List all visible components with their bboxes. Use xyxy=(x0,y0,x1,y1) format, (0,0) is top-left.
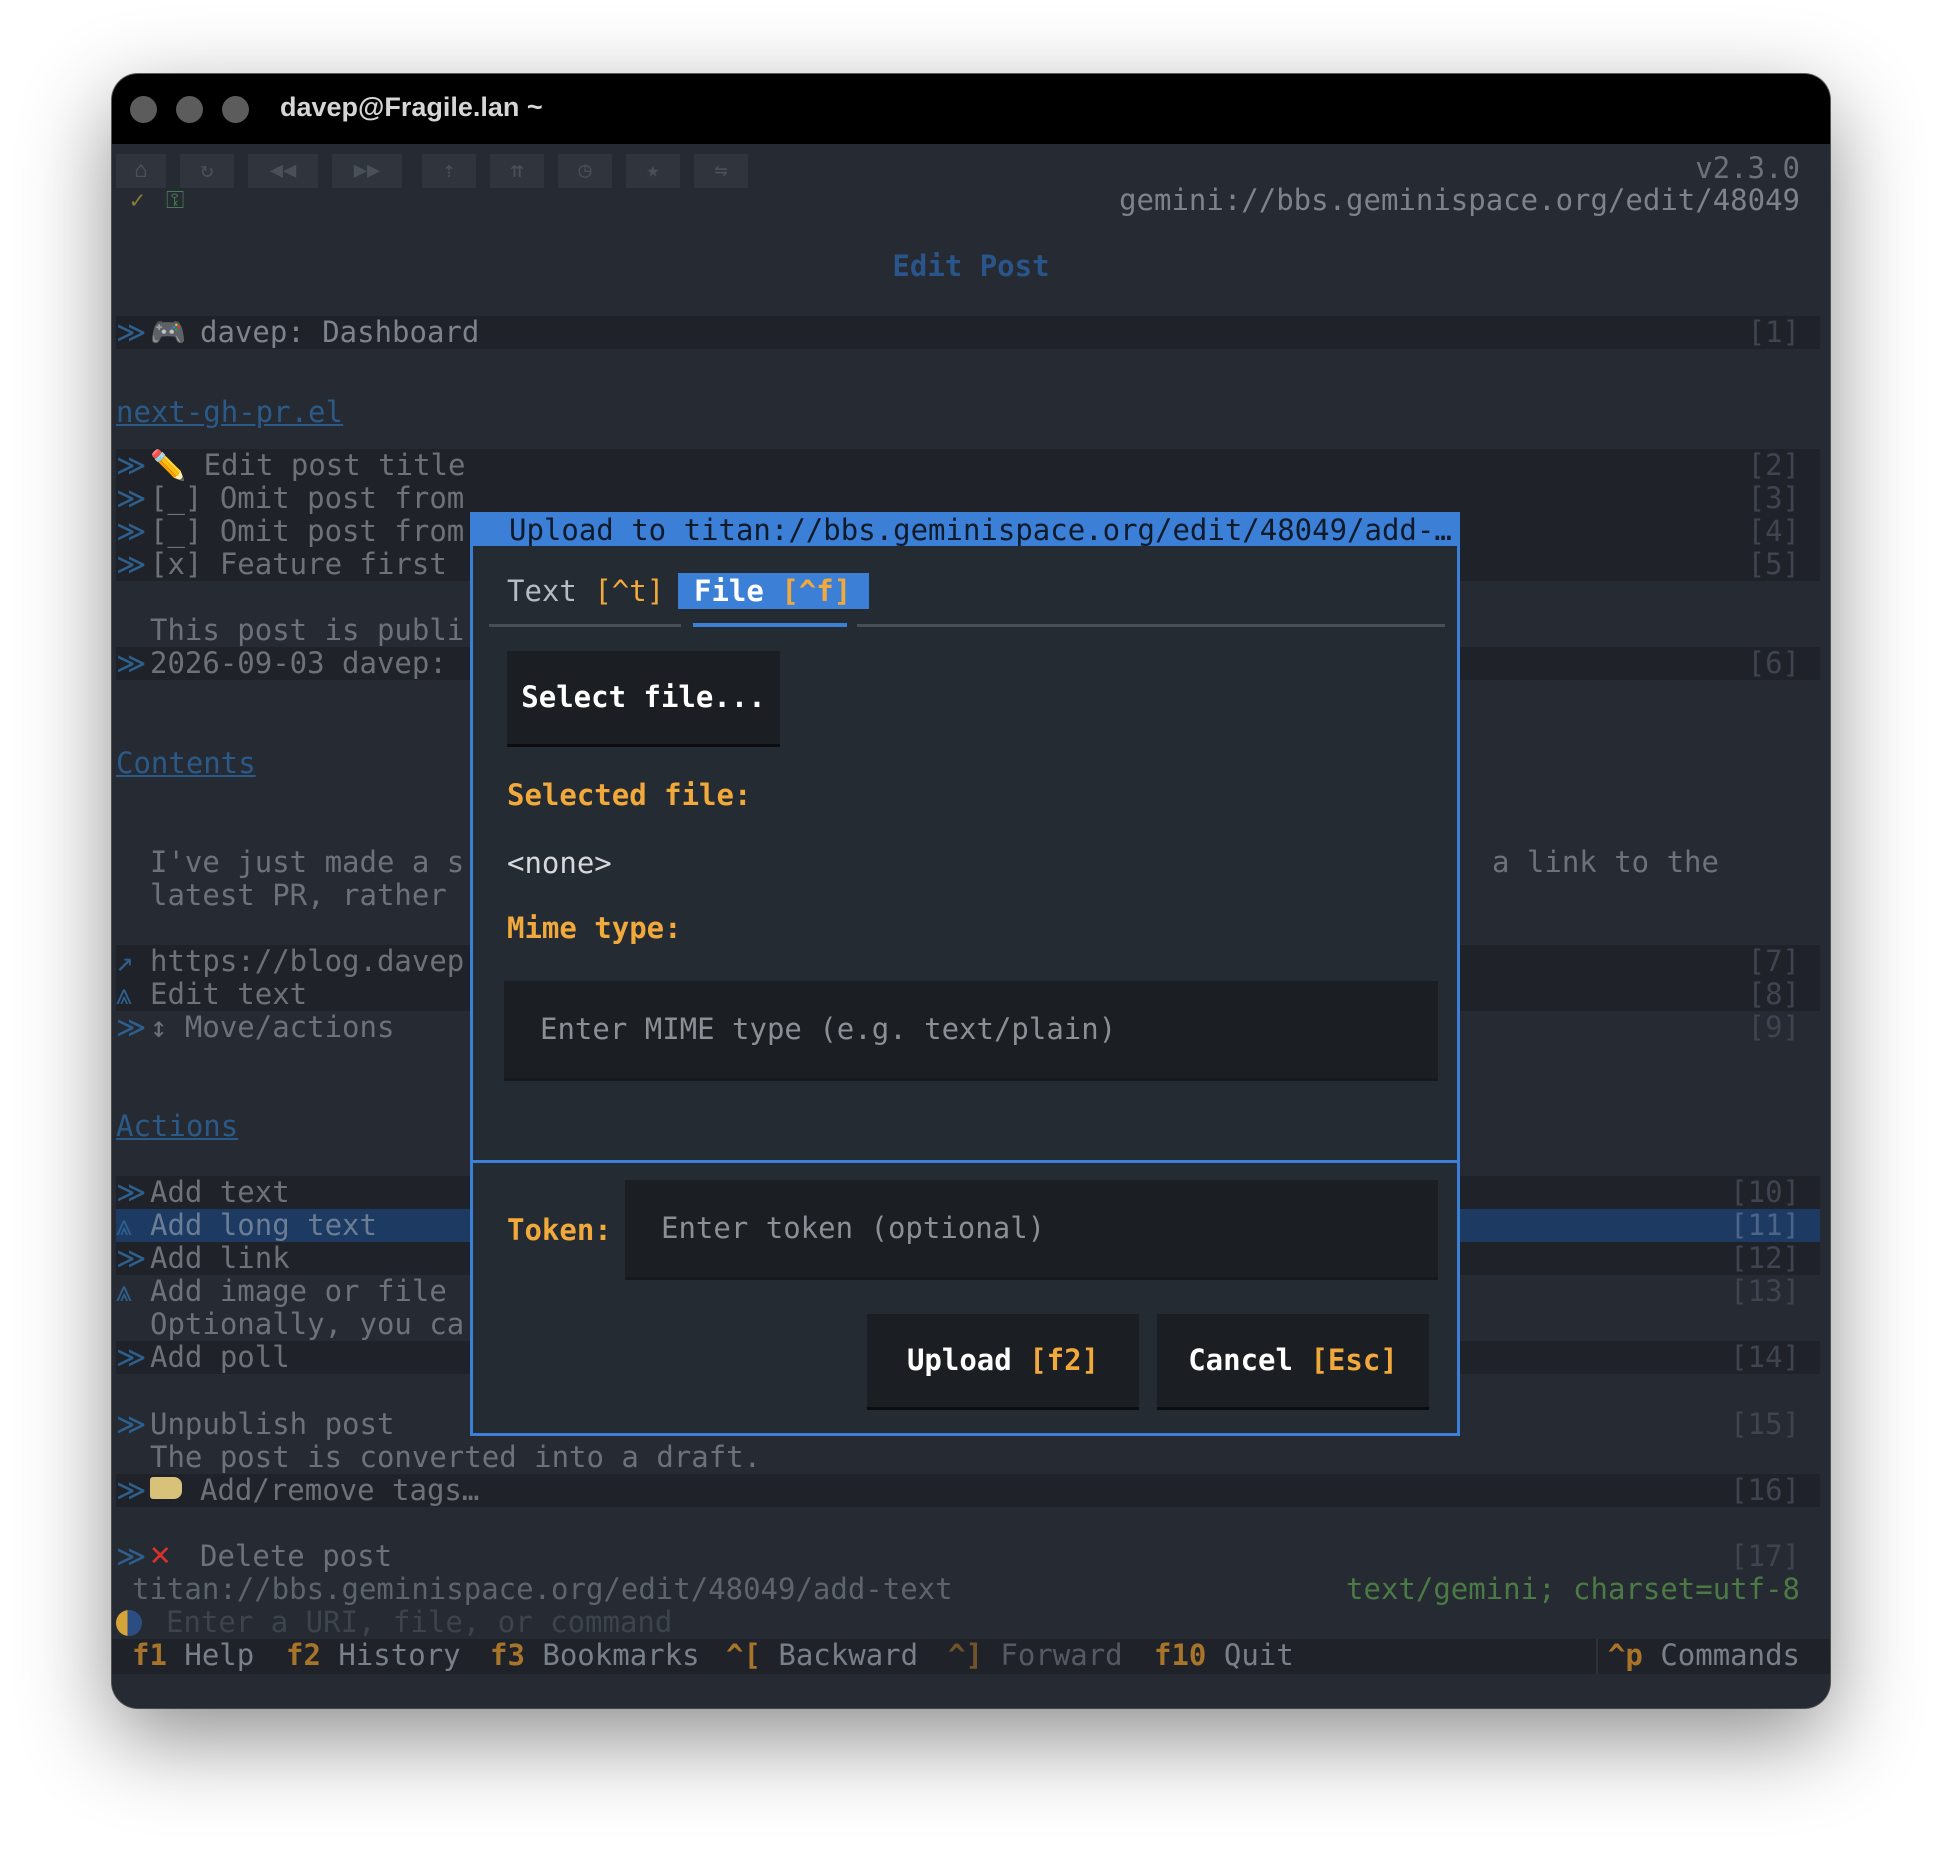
selected-file-label: Selected file: xyxy=(507,778,752,812)
optional-note: Optionally, you ca xyxy=(150,1307,465,1341)
body-text-2: latest PR, rather xyxy=(150,878,447,912)
link-number: [6] xyxy=(1747,646,1800,680)
link-arrow-icon: ≫ xyxy=(116,1241,147,1275)
moon-icon xyxy=(116,1610,142,1636)
link-number: [10] xyxy=(1730,1175,1800,1209)
omit-post-link-2[interactable]: [_] Omit post from xyxy=(150,515,464,548)
dialog-title: Upload to titan://bbs.geminispace.org/ed… xyxy=(473,515,1457,546)
window-title: davep@Fragile.lan ~ xyxy=(280,92,543,122)
footer-history[interactable]: f2 History xyxy=(286,1639,461,1672)
check-icon: ✓ xyxy=(130,186,145,214)
body-text-1: I've just made a s xyxy=(150,845,465,879)
history-icon[interactable]: ◷ xyxy=(558,154,612,188)
selected-file-value: <none> xyxy=(507,846,612,880)
omit-post-link[interactable]: [_] Omit post from xyxy=(150,482,464,515)
add-link-link[interactable]: Add link xyxy=(150,1242,290,1275)
select-file-button[interactable]: Select file... xyxy=(507,651,780,747)
cancel-button[interactable]: Cancel [Esc] xyxy=(1157,1314,1429,1410)
page-title: Edit Post xyxy=(892,249,1050,283)
link-number: [5] xyxy=(1747,547,1800,581)
edit-text-link[interactable]: Edit text xyxy=(150,978,307,1011)
delete-post-link[interactable]: Delete post xyxy=(200,1540,392,1573)
tags-link[interactable]: Add/remove tags… xyxy=(200,1474,479,1507)
upload-button[interactable]: Upload [f2] xyxy=(867,1314,1139,1410)
mime-type-label: Mime type: xyxy=(507,911,682,945)
status-url: titan://bbs.geminispace.org/edit/48049/a… xyxy=(132,1572,953,1606)
tab-file[interactable]: File [^f] xyxy=(678,573,870,609)
command-input[interactable]: Enter a URI, file, or command xyxy=(166,1606,672,1639)
tab-text[interactable]: Text [^t] xyxy=(507,573,664,609)
link-number: [12] xyxy=(1730,1241,1800,1275)
title-bar: davep@Fragile.lan ~ xyxy=(112,74,1830,144)
root-icon[interactable]: ⇈ xyxy=(490,154,544,188)
link-number: [15] xyxy=(1730,1407,1800,1441)
back-icon[interactable]: ◀◀ xyxy=(248,154,318,188)
home-icon[interactable]: ⌂ xyxy=(116,154,166,188)
terminal-window: davep@Fragile.lan ~ ⌂ ↻ ◀◀ ▶▶ ⇡ ⇈ ◷ ★ ⇋ … xyxy=(112,74,1830,1708)
link-number: [4] xyxy=(1747,514,1800,548)
footer-commands[interactable]: ^p Commands xyxy=(1608,1639,1800,1672)
link-number: [14] xyxy=(1730,1340,1800,1374)
dashboard-link[interactable]: davep: Dashboard xyxy=(200,316,479,349)
body-text-1-right: a link to the xyxy=(1492,845,1719,879)
section-heading-link[interactable]: next-gh-pr.el xyxy=(116,396,343,429)
link-number: [8] xyxy=(1747,977,1800,1011)
footer-help[interactable]: f1 Help xyxy=(132,1639,254,1672)
token-label: Token: xyxy=(507,1213,612,1247)
external-link-icon: ↗ xyxy=(116,944,134,978)
add-image-link[interactable]: Add image or file xyxy=(150,1275,447,1308)
upload-link-icon: ⩓ xyxy=(116,1208,133,1242)
gamepad-icon: 🎮 xyxy=(150,315,187,349)
link-number: [11] xyxy=(1730,1208,1800,1242)
upload-link-icon: ⩓ xyxy=(116,1274,133,1308)
date-link[interactable]: 2026-09-03 davep: xyxy=(150,647,447,680)
link-number: [16] xyxy=(1730,1473,1800,1507)
browser-app: ⌂ ↻ ◀◀ ▶▶ ⇡ ⇈ ◷ ★ ⇋ v2.3.0 ✓ ⚿ gemini://… xyxy=(112,144,1830,1708)
current-url: gemini://bbs.geminispace.org/edit/48049 xyxy=(1119,183,1800,217)
feature-first-link[interactable]: [x] Feature first xyxy=(150,548,447,581)
link-number: [13] xyxy=(1730,1274,1800,1308)
add-text-link[interactable]: Add text xyxy=(150,1176,290,1209)
add-poll-link[interactable]: Add poll xyxy=(150,1341,290,1374)
blog-link[interactable]: https://blog.davep xyxy=(150,945,464,978)
move-actions-link[interactable]: ↕ Move/actions xyxy=(150,1011,394,1044)
contents-heading-link[interactable]: Contents xyxy=(116,747,256,780)
delete-x-icon: ✕ xyxy=(150,1534,171,1574)
forward-icon[interactable]: ▶▶ xyxy=(332,154,402,188)
unpublish-note: The post is converted into a draft. xyxy=(150,1440,762,1474)
link-arrow-icon: ≫ xyxy=(116,1175,147,1209)
status-mime: text/gemini; charset=utf-8 xyxy=(1346,1572,1800,1606)
lock-icon: ⚿ xyxy=(166,186,185,214)
link-number: [2] xyxy=(1747,448,1800,482)
up-icon[interactable]: ⇡ xyxy=(422,154,476,188)
link-number: [9] xyxy=(1747,1010,1800,1044)
link-arrow-icon: ≫ xyxy=(116,315,147,349)
zoom-window-button[interactable] xyxy=(222,96,249,123)
link-number: [17] xyxy=(1730,1539,1800,1573)
footer-quit[interactable]: f10 Quit xyxy=(1154,1639,1294,1672)
publish-note: This post is publi xyxy=(150,613,465,647)
link-number: [1] xyxy=(1747,315,1800,349)
bookmark-icon[interactable]: ★ xyxy=(626,154,680,188)
tag-icon xyxy=(150,1477,182,1499)
minimize-window-button[interactable] xyxy=(176,96,203,123)
actions-heading-link[interactable]: Actions xyxy=(116,1110,238,1143)
add-long-text-link[interactable]: Add long text xyxy=(150,1209,377,1242)
edit-title-link[interactable]: ✏️ Edit post title xyxy=(150,449,465,482)
version-label: v2.3.0 xyxy=(1695,151,1800,185)
footer-forward[interactable]: ^] Forward xyxy=(948,1639,1123,1672)
upload-dialog: Upload to titan://bbs.geminispace.org/ed… xyxy=(470,512,1460,1436)
mime-type-input[interactable]: Enter MIME type (e.g. text/plain) xyxy=(504,981,1438,1081)
upload-link-icon: ⩓ xyxy=(116,977,133,1011)
close-window-button[interactable] xyxy=(130,96,157,123)
footer-backward[interactable]: ^[ Backward xyxy=(726,1639,918,1672)
footer-bookmarks[interactable]: f3 Bookmarks xyxy=(490,1639,700,1672)
token-input[interactable]: Enter token (optional) xyxy=(625,1180,1438,1280)
swap-icon[interactable]: ⇋ xyxy=(694,154,748,188)
link-number: [3] xyxy=(1747,481,1800,515)
link-arrow-icon: ≫ xyxy=(116,1010,147,1044)
unpublish-link[interactable]: Unpublish post xyxy=(150,1408,394,1441)
link-number: [7] xyxy=(1747,944,1800,978)
reload-icon[interactable]: ↻ xyxy=(180,154,234,188)
